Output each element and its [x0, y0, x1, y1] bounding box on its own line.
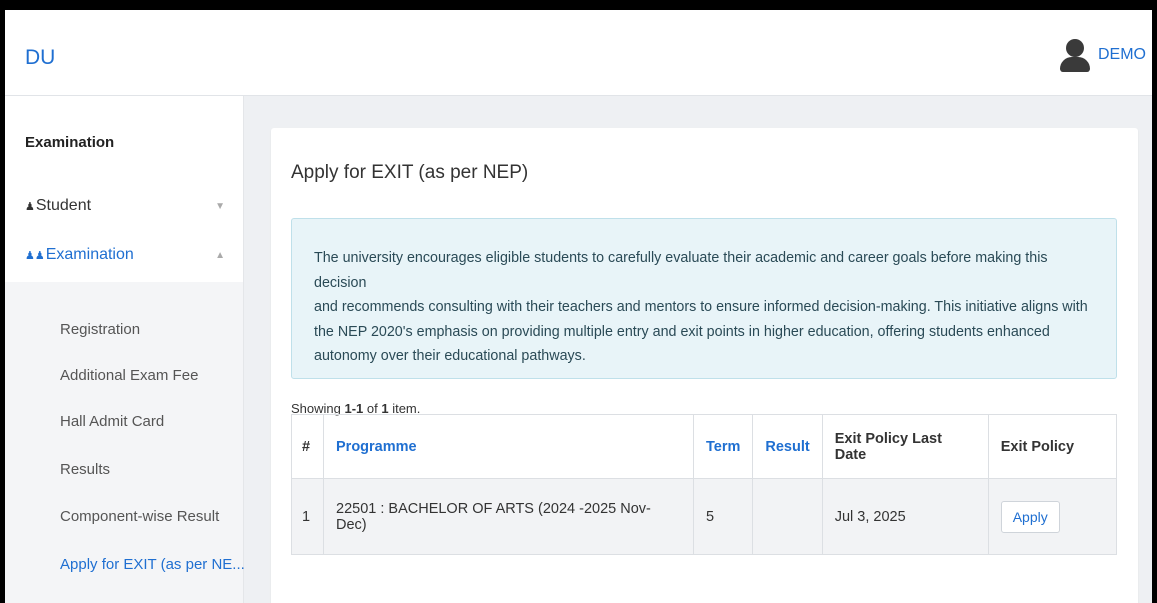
sidebar-item-component-wise-result[interactable]: Component-wise Result — [60, 508, 219, 525]
table-header-row: # Programme Term Result Exit Policy Last… — [291, 414, 1118, 479]
cell-result — [752, 478, 823, 555]
column-header-programme[interactable]: Programme — [323, 414, 694, 479]
avatar[interactable] — [1058, 38, 1092, 72]
users-icon: ♟♟ — [25, 250, 45, 262]
cell-programme: 22501 : BACHELOR OF ARTS (2024 -2025 Nov… — [323, 478, 694, 555]
results-table: # Programme Term Result Exit Policy Last… — [291, 414, 1118, 555]
table-row: 1 22501 : BACHELOR OF ARTS (2024 -2025 N… — [291, 478, 1118, 555]
sidebar: Examination ♟Student ▼ ♟♟Examination ▲ R… — [5, 96, 245, 603]
info-line: autonomy over their educational pathways… — [314, 348, 586, 364]
sidebar-group-examination[interactable]: ♟♟Examination ▲ — [25, 246, 225, 264]
column-header-exit-last-date: Exit Policy Last Date — [821, 414, 989, 479]
cell-exit-policy: Apply — [987, 478, 1118, 555]
content-card: Apply for EXIT (as per NEP) The universi… — [271, 128, 1138, 603]
chevron-down-icon: ▼ — [215, 200, 225, 212]
info-alert: The university encourages eligible stude… — [291, 218, 1117, 379]
info-line: The university encourages eligible stude… — [314, 250, 1048, 291]
brand-logo[interactable]: DU — [25, 46, 55, 70]
sidebar-group-label: Student — [35, 197, 92, 214]
sidebar-heading: Examination — [25, 134, 115, 151]
info-line: and recommends consulting with their tea… — [314, 299, 1088, 315]
user-menu[interactable]: DEMO — [1058, 38, 1146, 72]
cell-term: 5 — [692, 478, 754, 555]
sidebar-group-label: Examination — [45, 246, 134, 263]
page-title: Apply for EXIT (as per NEP) — [291, 162, 529, 183]
column-header-result[interactable]: Result — [752, 414, 823, 479]
app-window: DU DEMO Examination ♟Student ▼ ♟♟Examina… — [5, 10, 1152, 603]
apply-button[interactable]: Apply — [1000, 500, 1060, 533]
cell-exit-last-date: Jul 3, 2025 — [821, 478, 989, 555]
column-header-number: # — [291, 414, 324, 479]
chevron-up-icon: ▲ — [215, 249, 225, 261]
sidebar-submenu: Registration Additional Exam Fee Hall Ad… — [5, 282, 245, 603]
sidebar-item-additional-exam-fee[interactable]: Additional Exam Fee — [60, 367, 198, 384]
top-navbar: DU DEMO — [5, 10, 1152, 96]
user-name[interactable]: DEMO — [1098, 46, 1146, 64]
sidebar-item-results[interactable]: Results — [60, 461, 110, 478]
info-line: the NEP 2020's emphasis on providing mul… — [314, 323, 1050, 340]
column-header-exit-policy: Exit Policy — [987, 414, 1118, 479]
column-header-term[interactable]: Term — [692, 414, 754, 479]
user-icon: ♟ — [25, 201, 35, 213]
cell-number: 1 — [291, 478, 324, 555]
sidebar-group-student[interactable]: ♟Student ▼ — [25, 197, 225, 215]
sidebar-item-hall-admit-card[interactable]: Hall Admit Card — [60, 413, 164, 430]
sidebar-item-apply-for-exit[interactable]: Apply for EXIT (as per NE... — [60, 556, 245, 573]
sidebar-item-registration[interactable]: Registration — [60, 321, 140, 338]
